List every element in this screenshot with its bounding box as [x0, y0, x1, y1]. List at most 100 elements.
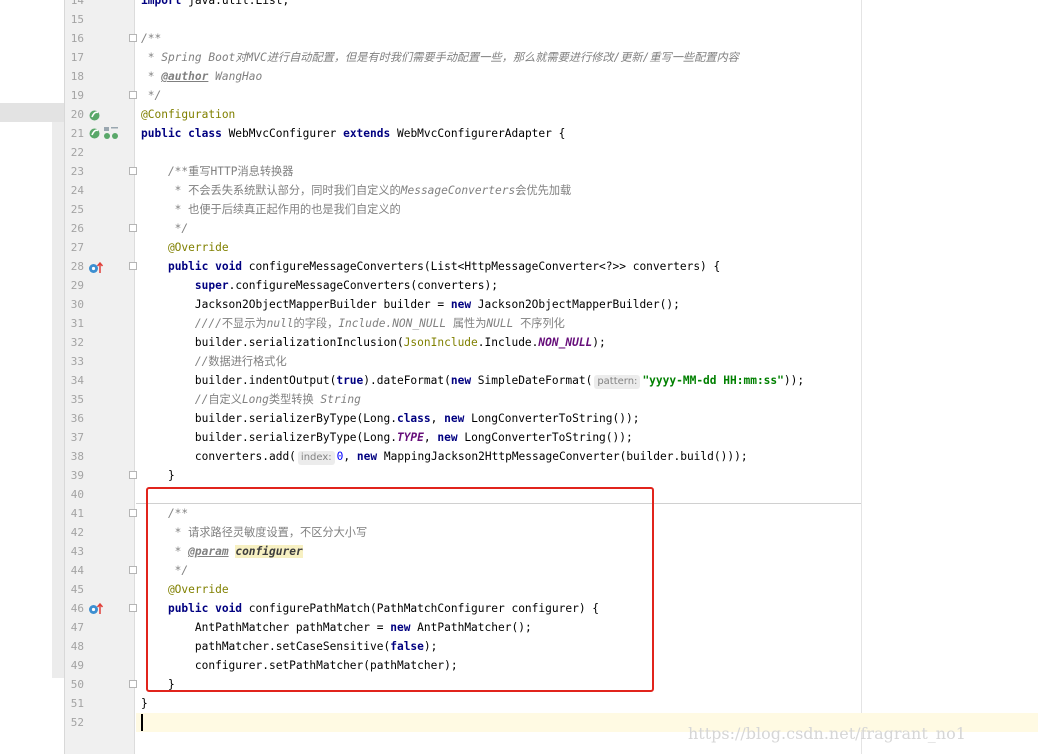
code-token: builder.serializerByType(Long.: [141, 431, 397, 444]
line-number: 28: [70, 260, 84, 273]
line-number: 46: [70, 602, 84, 615]
fold-marker-icon[interactable]: [129, 167, 137, 175]
code-token: new: [437, 431, 458, 444]
code-token: /**: [141, 32, 162, 45]
code-line[interactable]: 36 builder.serializerByType(Long.class, …: [0, 409, 1038, 428]
code-line[interactable]: 21 public class WebMvcConfigurer extends …: [0, 124, 1038, 143]
code-line[interactable]: 31 ////不显示为null的字段，Include.NON_NULL 属性为N…: [0, 314, 1038, 333]
code-token: ,: [430, 412, 445, 425]
code-line[interactable]: 16 /**: [0, 29, 1038, 48]
code-token: );: [592, 336, 606, 349]
code-token: Jackson2ObjectMapperBuilder builder =: [141, 298, 451, 311]
spring-bean-icon[interactable]: [88, 109, 101, 122]
code-line[interactable]: 30 Jackson2ObjectMapperBuilder builder =…: [0, 295, 1038, 314]
code-line[interactable]: 15: [0, 10, 1038, 29]
fold-marker-icon[interactable]: [129, 471, 137, 479]
line-number: 16: [70, 32, 84, 45]
fold-marker-icon[interactable]: [129, 224, 137, 232]
code-line[interactable]: 19 */: [0, 86, 1038, 105]
line-number: 42: [70, 526, 84, 539]
fold-marker-icon[interactable]: [129, 680, 137, 688]
line-number: 20: [70, 108, 84, 121]
watermark: https://blog.csdn.net/fragrant_no1: [688, 724, 966, 743]
code-line[interactable]: 24 * 不会丢失系统默认部分，同时我们自定义的MessageConverter…: [0, 181, 1038, 200]
override-method-icon[interactable]: [88, 261, 104, 275]
code-token: 自定义: [208, 393, 242, 406]
highlight-annotation-box: [146, 487, 654, 692]
code-token: */: [141, 222, 189, 235]
code-token: 的字段，: [293, 317, 339, 330]
code-line[interactable]: 29 super.configureMessageConverters(conv…: [0, 276, 1038, 295]
code-line[interactable]: 28 public void configureMessageConverter…: [0, 257, 1038, 276]
code-token: MappingJackson2HttpMessageConverter(buil…: [377, 450, 748, 463]
code-token: WebMvcConfigurerAdapter {: [390, 127, 566, 140]
code-line[interactable]: 27 @Override: [0, 238, 1038, 257]
fold-marker-icon[interactable]: [129, 566, 137, 574]
code-line[interactable]: 26 */: [0, 219, 1038, 238]
line-number: 44: [70, 564, 84, 577]
line-number: 15: [70, 13, 84, 26]
line-number: 37: [70, 431, 84, 444]
code-text: */: [141, 219, 188, 238]
code-token: 不序列化: [513, 317, 565, 330]
code-line[interactable]: 35 //自定义Long类型转换 String: [0, 390, 1038, 409]
code-token: 会优先加载: [515, 184, 572, 197]
line-number: 29: [70, 279, 84, 292]
code-text: * Spring Boot对MVC进行自动配置，但是有时我们需要手动配置一些，那…: [141, 48, 739, 67]
code-text: ////不显示为null的字段，Include.NON_NULL 属性为NULL…: [141, 314, 565, 333]
code-token: Include.NON_NULL: [338, 317, 447, 330]
code-token: 不显示为: [221, 317, 267, 330]
line-number: 43: [70, 545, 84, 558]
code-line[interactable]: 34 builder.indentOutput(true).dateFormat…: [0, 371, 1038, 390]
code-line[interactable]: 17 * Spring Boot对MVC进行自动配置，但是有时我们需要手动配置一…: [0, 48, 1038, 67]
fold-marker-icon[interactable]: [129, 34, 137, 42]
line-number: 51: [70, 697, 84, 710]
code-text: converters.add(index: 0, new MappingJacks…: [141, 447, 748, 466]
code-token: extends: [343, 127, 391, 140]
line-number: 45: [70, 583, 84, 596]
line-number: 14: [70, 0, 84, 7]
code-line[interactable]: 22: [0, 143, 1038, 162]
line-number: 24: [70, 184, 84, 197]
code-token: .configureMessageConverters(converters);: [228, 279, 498, 292]
override-method-icon[interactable]: [88, 602, 104, 616]
line-number: 23: [70, 165, 84, 178]
code-token: new: [444, 412, 465, 425]
fold-marker-icon[interactable]: [129, 509, 137, 517]
code-line[interactable]: 20 @Configuration: [0, 105, 1038, 124]
code-line[interactable]: 18 * @author WangHao: [0, 67, 1038, 86]
code-token: 也便于后续真正起作用的也是我们自定义的: [188, 203, 401, 216]
code-token: 重写HTTP消息转换器: [188, 165, 294, 178]
spring-mvc-icon[interactable]: [103, 126, 119, 140]
line-number: 52: [70, 716, 84, 729]
fold-marker-icon[interactable]: [129, 91, 137, 99]
fold-marker-icon[interactable]: [129, 604, 137, 612]
code-text: public class WebMvcConfigurer extends We…: [141, 124, 565, 143]
fold-marker-icon[interactable]: [129, 262, 137, 270]
code-token: @Override: [141, 241, 229, 254]
code-line[interactable]: 51}: [0, 694, 1038, 713]
code-line[interactable]: 33 //数据进行格式化: [0, 352, 1038, 371]
code-line[interactable]: 14 import java.util.List;: [0, 0, 1038, 10]
code-line[interactable]: 38 converters.add(index: 0, new MappingJa…: [0, 447, 1038, 466]
code-token: /**: [141, 165, 189, 178]
code-text: super.configureMessageConverters(convert…: [141, 276, 498, 295]
code-text: }: [141, 466, 175, 485]
code-line[interactable]: 37 builder.serializerByType(Long.TYPE, n…: [0, 428, 1038, 447]
spring-bean-navigate-icon[interactable]: [88, 127, 101, 140]
code-text: builder.serializerByType(Long.class, new…: [141, 409, 640, 428]
code-token: }: [141, 469, 175, 482]
text-caret: [141, 714, 143, 731]
code-line[interactable]: 23 /**重写HTTP消息转换器: [0, 162, 1038, 181]
code-token: JsonInclude: [403, 336, 478, 349]
code-text: @Override: [141, 238, 229, 257]
code-line[interactable]: 39 }: [0, 466, 1038, 485]
code-line[interactable]: 32 builder.serializationInclusion(JsonIn…: [0, 333, 1038, 352]
code-token: 数据进行格式化: [208, 355, 287, 368]
line-number: 40: [70, 488, 84, 501]
code-token: ));: [783, 374, 805, 387]
code-line[interactable]: 25 * 也便于后续真正起作用的也是我们自定义的: [0, 200, 1038, 219]
line-number: 38: [70, 450, 84, 463]
line-number: 48: [70, 640, 84, 653]
